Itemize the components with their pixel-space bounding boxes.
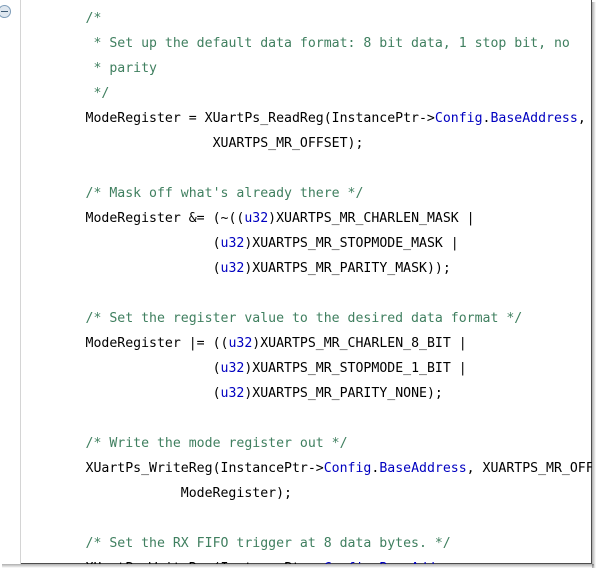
code-line: */ <box>22 86 109 101</box>
code-line: * parity <box>22 61 157 76</box>
code-line: (u32)XUARTPS_MR_STOPMODE_1_BIT | <box>212 361 467 376</box>
code-line: /* Set the RX FIFO trigger at 8 data byt… <box>22 536 451 551</box>
token-type: u32 <box>220 361 245 376</box>
token-comment: /* <box>85 11 102 26</box>
source-code[interactable]: /* * Set up the default data format: 8 b… <box>22 0 592 564</box>
code-line: /* Write the mode register out */ <box>22 436 348 451</box>
code-line: XUartPs_WriteReg(InstancePtr->Config.Bas… <box>85 461 592 476</box>
token-comment: * Set up the default data format: 8 bit … <box>93 36 570 51</box>
frame-shadow-right <box>592 2 596 568</box>
token-comment: /* Set the RX FIFO trigger at 8 data byt… <box>85 536 451 551</box>
code-line: ModeRegister &= (~((u32)XUARTPS_MR_CHARL… <box>85 211 475 226</box>
token-field: Config <box>323 461 372 476</box>
code-line: /* <box>22 11 102 26</box>
token-comment: */ <box>93 86 110 101</box>
token-comment: /* Mask off what's already there */ <box>85 186 364 201</box>
code-viewport[interactable]: /* * Set up the default data format: 8 b… <box>22 0 592 564</box>
code-line: ModeRegister = XUartPs_ReadReg(InstanceP… <box>85 111 586 126</box>
code-line: (u32)XUARTPS_MR_PARITY_MASK)); <box>212 261 451 276</box>
editor-gutter[interactable] <box>0 0 21 564</box>
token-field: Config <box>434 111 483 126</box>
code-line: /* Mask off what's already there */ <box>22 186 364 201</box>
token-type: u32 <box>220 261 245 276</box>
code-line: (u32)XUARTPS_MR_STOPMODE_MASK | <box>212 236 459 251</box>
frame-shadow-bottom <box>2 564 594 568</box>
code-editor: /* * Set up the default data format: 8 b… <box>0 0 598 570</box>
token-field: BaseAddress <box>490 111 578 126</box>
token-type: u32 <box>228 336 253 351</box>
token-type: u32 <box>220 386 245 401</box>
token-comment: * parity <box>93 61 157 76</box>
token-type: u32 <box>220 236 245 251</box>
token-type: u32 <box>244 211 269 226</box>
collapse-fold-icon[interactable] <box>0 5 11 18</box>
token-comment: /* Set the register value to the desired… <box>85 311 523 326</box>
token-comment: /* Write the mode register out */ <box>85 436 348 451</box>
token-field: BaseAddress <box>379 461 467 476</box>
code-line: (u32)XUARTPS_MR_PARITY_NONE); <box>212 386 443 401</box>
code-line: /* Set the register value to the desired… <box>22 311 523 326</box>
code-line: XUARTPS_MR_OFFSET); <box>212 136 364 151</box>
code-line: * Set up the default data format: 8 bit … <box>22 36 570 51</box>
code-line: ModeRegister |= ((u32)XUARTPS_MR_CHARLEN… <box>85 336 467 351</box>
code-line: ModeRegister); <box>180 486 292 501</box>
